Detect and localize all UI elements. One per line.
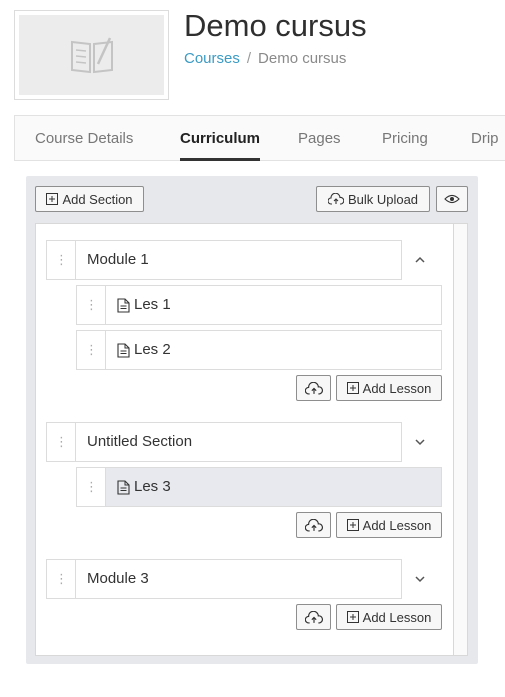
tab-curriculum[interactable]: Curriculum — [180, 116, 261, 161]
bulk-upload-label: Bulk Upload — [347, 191, 419, 207]
lesson-title: Les 3 — [134, 478, 171, 495]
upload-lesson-button[interactable] — [296, 512, 331, 538]
cloud-upload-icon — [327, 193, 344, 205]
document-icon — [117, 342, 130, 358]
breadcrumb-current: Demo cursus — [258, 50, 347, 67]
cloud-upload-icon — [304, 610, 323, 624]
add-lesson-label: Add Lesson — [362, 380, 432, 396]
add-section-button[interactable]: Add Section — [35, 186, 144, 212]
add-lesson-label: Add Lesson — [362, 609, 432, 625]
lesson-label: Les 2 — [117, 331, 171, 369]
lesson-row[interactable]: ⋮ Les 1 — [76, 285, 442, 325]
tab-course-details[interactable]: Course Details — [35, 116, 133, 160]
tab-drip[interactable]: Drip — [471, 116, 499, 160]
upload-lesson-button[interactable] — [296, 604, 331, 630]
lesson-title: Les 2 — [134, 341, 171, 358]
tab-pricing[interactable]: Pricing — [382, 116, 428, 160]
cloud-upload-icon — [304, 381, 323, 395]
section-row[interactable]: ⋮ Untitled Section — [46, 422, 402, 462]
chevron-up-icon[interactable] — [410, 250, 430, 270]
section-row[interactable]: ⋮ Module 3 — [46, 559, 402, 599]
plus-square-icon — [46, 193, 59, 205]
plus-square-icon — [346, 382, 359, 394]
bulk-upload-button[interactable]: Bulk Upload — [316, 186, 430, 212]
chevron-down-icon[interactable] — [410, 569, 430, 589]
drag-handle-icon[interactable]: ⋮ — [77, 468, 106, 506]
course-thumbnail[interactable] — [14, 10, 169, 100]
drag-handle-icon[interactable]: ⋮ — [47, 241, 76, 279]
add-section-label: Add Section — [62, 191, 133, 207]
section-title: Module 1 — [87, 251, 149, 268]
lesson-label: Les 1 — [117, 286, 171, 324]
plus-square-icon — [346, 519, 359, 531]
add-lesson-button[interactable]: Add Lesson — [336, 375, 442, 401]
chevron-down-icon[interactable] — [410, 432, 430, 452]
drag-handle-icon[interactable]: ⋮ — [47, 560, 76, 598]
breadcrumb-courses-link[interactable]: Courses — [184, 50, 240, 67]
section-title: Untitled Section — [87, 433, 193, 450]
document-icon — [117, 479, 130, 495]
tab-bar: Course Details Curriculum Pages Pricing … — [14, 115, 505, 161]
lesson-title: Les 1 — [134, 296, 171, 313]
lesson-label: Les 3 — [117, 468, 171, 506]
eye-icon — [444, 194, 460, 204]
document-icon — [117, 297, 130, 313]
add-lesson-button[interactable]: Add Lesson — [336, 604, 442, 630]
thumbnail-placeholder — [19, 15, 164, 95]
upload-lesson-button[interactable] — [296, 375, 331, 401]
sections-list: ⋮ Module 1 ⋮ Les 1 ⋮ Les 2 Add Lesson ⋮ … — [35, 223, 468, 656]
page-title: Demo cursus — [184, 8, 367, 43]
section-row[interactable]: ⋮ Module 1 — [46, 240, 402, 280]
section-title: Module 3 — [87, 570, 149, 587]
plus-square-icon — [346, 611, 359, 623]
cloud-upload-icon — [304, 518, 323, 532]
tab-pages[interactable]: Pages — [298, 116, 341, 160]
breadcrumb-separator: / — [246, 50, 252, 67]
add-lesson-label: Add Lesson — [362, 517, 432, 533]
drag-handle-icon[interactable]: ⋮ — [77, 331, 106, 369]
lesson-row[interactable]: ⋮ Les 3 — [76, 467, 442, 507]
drag-handle-icon[interactable]: ⋮ — [77, 286, 106, 324]
breadcrumb: Courses / Demo cursus — [184, 50, 346, 67]
lesson-row[interactable]: ⋮ Les 2 — [76, 330, 442, 370]
add-lesson-button[interactable]: Add Lesson — [336, 512, 442, 538]
preview-button[interactable] — [436, 186, 468, 212]
scrollbar[interactable] — [453, 224, 467, 655]
curriculum-panel: Add Section Bulk Upload ⋮ Module 1 ⋮ Les… — [26, 176, 478, 664]
drag-handle-icon[interactable]: ⋮ — [47, 423, 76, 461]
book-pen-icon — [70, 37, 113, 74]
